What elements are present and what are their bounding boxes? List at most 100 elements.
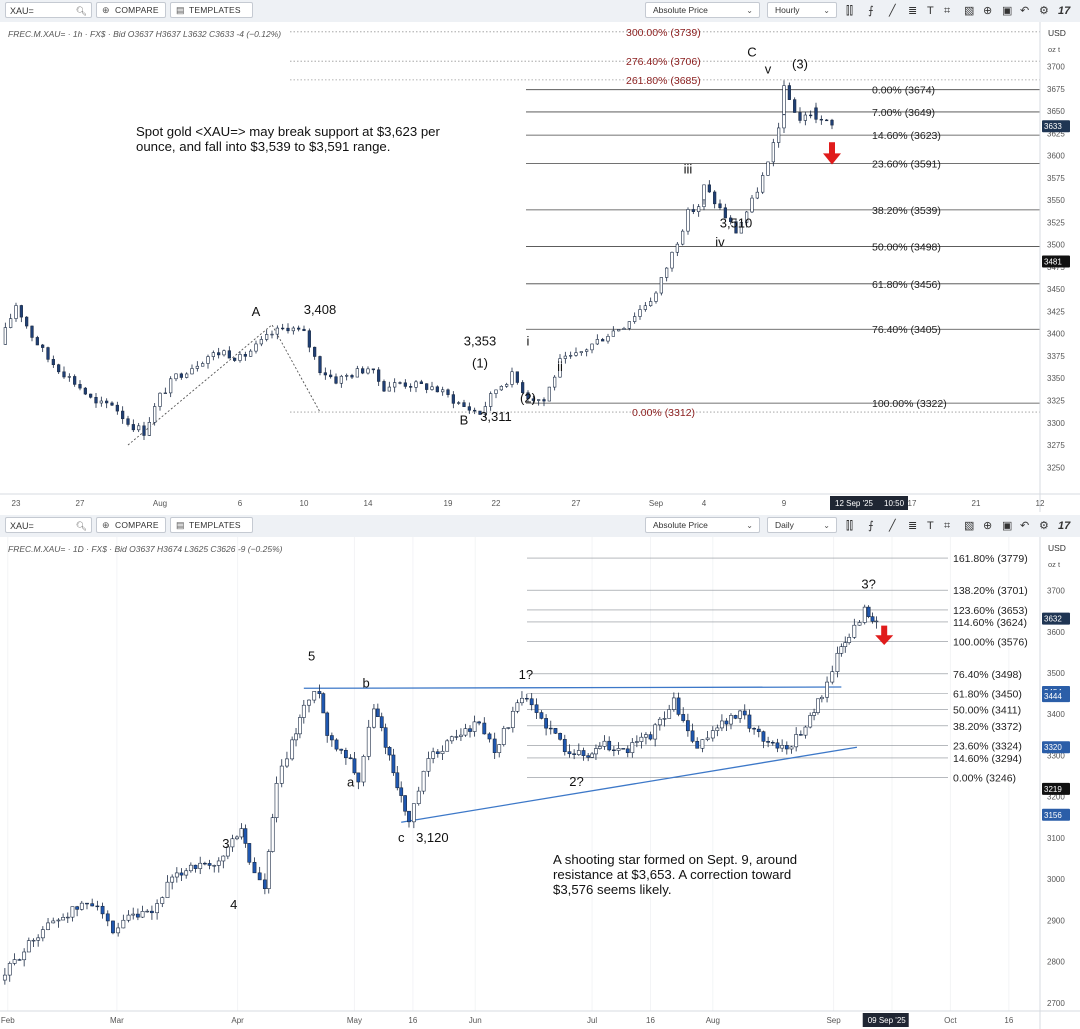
x-tick-label: 21 xyxy=(972,499,981,508)
candle-body xyxy=(553,728,558,734)
fib-icon[interactable]: ≣ xyxy=(908,518,917,534)
candle-body xyxy=(67,376,71,378)
annotation-line: $3,576 seems likely. xyxy=(553,882,672,897)
candle-body xyxy=(356,772,361,783)
unit-label: oz t xyxy=(1048,560,1061,569)
candle-body xyxy=(345,375,349,377)
candle-body xyxy=(403,382,407,387)
snapshot-icon[interactable]: ▣ xyxy=(1002,3,1012,19)
chart-toolbar: XAU= 🔍︎ ⊕ COMPARE ▤ TEMPLATES Absolute Pric… xyxy=(0,515,1080,538)
price-mode-select[interactable]: Absolute Price ⌄ xyxy=(645,517,760,533)
undo-icon[interactable]: ↶ xyxy=(1020,518,1029,534)
zoom-icon[interactable]: ⊕ xyxy=(983,3,992,19)
candle-body xyxy=(681,714,686,721)
candle-body xyxy=(857,622,862,626)
candle-body xyxy=(279,765,284,784)
wave-label: 3 xyxy=(222,836,229,851)
plot-background xyxy=(0,537,1080,1029)
price-badge-label: 3320 xyxy=(1044,743,1062,752)
candle-body xyxy=(202,862,207,865)
candle-body xyxy=(35,337,39,346)
wave-label: iii xyxy=(684,161,693,176)
price-badge-label: 3633 xyxy=(1044,122,1062,131)
trend-line-icon[interactable]: ╱ xyxy=(889,518,896,534)
symbol-search-input[interactable]: XAU= 🔍︎ xyxy=(5,2,92,18)
templates-button[interactable]: ▤ TEMPLATES xyxy=(170,2,253,18)
price-mode-select[interactable]: Absolute Price ⌄ xyxy=(645,2,760,18)
current-time-label: 10:50 xyxy=(884,499,905,508)
extension-label: 276.40% (3706) xyxy=(626,56,701,68)
fib-icon[interactable]: ≣ xyxy=(908,3,917,19)
x-tick-label: 19 xyxy=(444,499,453,508)
candle-body xyxy=(25,316,29,327)
candle-body xyxy=(51,920,56,924)
candle-body xyxy=(707,184,711,193)
candle-body xyxy=(445,740,450,752)
wave-label: (1) xyxy=(472,356,488,371)
fib-label: 0.00% (3246) xyxy=(953,773,1016,785)
candle-body xyxy=(700,739,705,749)
candle-body xyxy=(690,730,695,742)
wave-label: 3,408 xyxy=(304,302,337,317)
candle-body xyxy=(782,114,786,129)
shapes-icon[interactable]: ⌗ xyxy=(944,3,950,19)
snapshot-icon[interactable]: ▣ xyxy=(1002,518,1012,534)
text-tool-icon[interactable]: T xyxy=(927,3,934,19)
candle-body xyxy=(594,748,598,755)
candle-body xyxy=(150,910,154,914)
wave-label: ii xyxy=(557,359,563,374)
candle-body xyxy=(862,606,867,623)
candle-body xyxy=(590,753,594,758)
candle-body xyxy=(563,355,567,359)
indicators-icon[interactable]: ⨍ xyxy=(868,518,874,534)
ruler-icon[interactable]: ▧ xyxy=(964,518,974,534)
undo-icon[interactable]: ↶ xyxy=(1020,3,1029,19)
compare-label: COMPARE xyxy=(115,5,159,15)
compare-button[interactable]: ⊕ COMPARE xyxy=(96,2,166,18)
candle-body xyxy=(515,702,520,712)
candle-body xyxy=(222,350,226,356)
candle-body xyxy=(819,696,824,700)
shapes-icon[interactable]: ⌗ xyxy=(944,518,950,534)
templates-button[interactable]: ▤ TEMPLATES xyxy=(170,517,253,533)
candle-body xyxy=(766,741,771,743)
trend-line-icon[interactable]: ╱ xyxy=(889,3,896,19)
candle-body xyxy=(675,243,679,253)
candle-body xyxy=(265,334,269,340)
plus-circle-icon: ⊕ xyxy=(102,520,110,530)
candle-body xyxy=(622,328,626,330)
price-mode-value: Absolute Price xyxy=(653,5,708,15)
candle-body xyxy=(79,902,84,910)
y-tick-label: 3575 xyxy=(1047,174,1065,183)
wave-label: iv xyxy=(715,234,725,249)
candles-icon[interactable]: ⫿⫿ xyxy=(846,3,853,19)
candle-body xyxy=(31,939,36,942)
interval-select[interactable]: Hourly ⌄ xyxy=(767,2,837,18)
candle-body xyxy=(803,114,807,121)
interval-select[interactable]: Daily ⌄ xyxy=(767,517,837,533)
candle-body xyxy=(40,929,45,939)
template-icon: ▤ xyxy=(176,520,185,530)
y-tick-label: 3400 xyxy=(1047,710,1065,719)
indicators-icon[interactable]: ⨍ xyxy=(868,3,874,19)
chevron-down-icon: ⌄ xyxy=(823,521,830,530)
symbol-search-input[interactable]: XAU= 🔍︎ xyxy=(5,517,92,533)
candles-icon[interactable]: ⫿⫿ xyxy=(846,518,853,534)
annotation-line: A shooting star formed on Sept. 9, aroun… xyxy=(553,852,797,867)
y-tick-label: 2900 xyxy=(1047,916,1065,925)
zoom-icon[interactable]: ⊕ xyxy=(983,518,992,534)
candle-body xyxy=(686,209,690,232)
hourly-price-chart[interactable]: 0.00% (3674) 7.00% (3649) 14.60% (3623) 23.… xyxy=(0,22,1080,512)
settings-icon[interactable]: ⚙ xyxy=(1039,3,1049,19)
daily-price-chart[interactable]: 161.80% (3779) 138.20% (3701) 123.60% (365… xyxy=(0,537,1080,1029)
settings-icon[interactable]: ⚙ xyxy=(1039,518,1049,534)
compare-button[interactable]: ⊕ COMPARE xyxy=(96,517,166,533)
y-tick-label: 3275 xyxy=(1047,441,1065,450)
ruler-icon[interactable]: ▧ xyxy=(964,3,974,19)
candle-body xyxy=(317,691,322,694)
text-tool-icon[interactable]: T xyxy=(927,518,934,534)
candle-body xyxy=(343,750,348,759)
candle-body xyxy=(155,903,160,914)
candle-body xyxy=(510,371,514,385)
x-tick-label: Oct xyxy=(944,1016,957,1025)
